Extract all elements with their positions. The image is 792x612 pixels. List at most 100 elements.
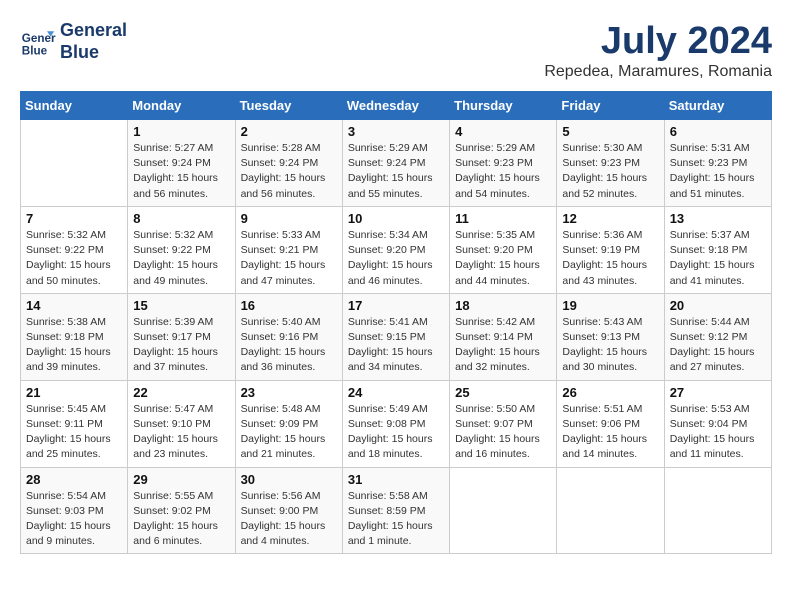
- calendar-cell: 3 Sunrise: 5:29 AMSunset: 9:24 PMDaylight…: [342, 120, 449, 207]
- logo-text-line2: Blue: [60, 42, 127, 64]
- calendar-cell: 19 Sunrise: 5:43 AMSunset: 9:13 PMDayligh…: [557, 293, 664, 380]
- day-number: 6: [670, 124, 766, 139]
- day-info: Sunrise: 5:37 AMSunset: 9:18 PMDaylight:…: [670, 228, 766, 289]
- calendar-cell: 30 Sunrise: 5:56 AMSunset: 9:00 PMDayligh…: [235, 467, 342, 554]
- calendar-cell: 29Sunrise: 5:55 AMSunset: 9:02 PMDayligh…: [128, 467, 235, 554]
- day-info: Sunrise: 5:28 AMSunset: 9:24 PMDaylight:…: [241, 141, 337, 202]
- day-info: Sunrise: 5:31 AMSunset: 9:23 PMDaylight:…: [670, 141, 766, 202]
- logo-icon: General Blue: [20, 24, 56, 60]
- calendar-cell: 31Sunrise: 5:58 AMSunset: 8:59 PMDayligh…: [342, 467, 449, 554]
- day-info: Sunrise: 5:55 AMSunset: 9:02 PMDaylight:…: [133, 489, 229, 550]
- calendar-table: SundayMondayTuesdayWednesdayThursdayFrid…: [20, 91, 772, 554]
- calendar-cell: 9 Sunrise: 5:33 AMSunset: 9:21 PMDaylight…: [235, 206, 342, 293]
- calendar-cell: 24 Sunrise: 5:49 AMSunset: 9:08 PMDayligh…: [342, 380, 449, 467]
- calendar-week-4: 21Sunrise: 5:45 AMSunset: 9:11 PMDayligh…: [21, 380, 772, 467]
- calendar-week-3: 14 Sunrise: 5:38 AMSunset: 9:18 PMDayligh…: [21, 293, 772, 380]
- day-number: 2: [241, 124, 337, 139]
- calendar-cell: 4 Sunrise: 5:29 AMSunset: 9:23 PMDaylight…: [450, 120, 557, 207]
- day-info: Sunrise: 5:51 AMSunset: 9:06 PMDaylight:…: [562, 402, 658, 463]
- calendar-cell: [664, 467, 771, 554]
- day-number: 16: [241, 298, 337, 313]
- location-subtitle: Repedea, Maramures, Romania: [544, 63, 772, 81]
- day-number: 9: [241, 211, 337, 226]
- day-info: Sunrise: 5:36 AMSunset: 9:19 PMDaylight:…: [562, 228, 658, 289]
- calendar-cell: 7Sunrise: 5:32 AMSunset: 9:22 PMDaylight…: [21, 206, 128, 293]
- col-header-wednesday: Wednesday: [342, 92, 449, 120]
- day-info: Sunrise: 5:39 AMSunset: 9:17 PMDaylight:…: [133, 315, 229, 376]
- day-info: Sunrise: 5:29 AMSunset: 9:23 PMDaylight:…: [455, 141, 551, 202]
- day-info: Sunrise: 5:35 AMSunset: 9:20 PMDaylight:…: [455, 228, 551, 289]
- page-header: General Blue General Blue July 2024 Repe…: [20, 20, 772, 81]
- day-number: 4: [455, 124, 551, 139]
- day-number: 28: [26, 472, 122, 487]
- day-info: Sunrise: 5:44 AMSunset: 9:12 PMDaylight:…: [670, 315, 766, 376]
- calendar-cell: 23 Sunrise: 5:48 AMSunset: 9:09 PMDayligh…: [235, 380, 342, 467]
- day-info: Sunrise: 5:47 AMSunset: 9:10 PMDaylight:…: [133, 402, 229, 463]
- day-number: 13: [670, 211, 766, 226]
- day-number: 27: [670, 385, 766, 400]
- calendar-cell: 8 Sunrise: 5:32 AMSunset: 9:22 PMDaylight…: [128, 206, 235, 293]
- calendar-cell: 6 Sunrise: 5:31 AMSunset: 9:23 PMDaylight…: [664, 120, 771, 207]
- day-info: Sunrise: 5:54 AMSunset: 9:03 PMDaylight:…: [26, 489, 122, 550]
- logo: General Blue General Blue: [20, 20, 127, 63]
- day-number: 1: [133, 124, 229, 139]
- day-info: Sunrise: 5:32 AMSunset: 9:22 PMDaylight:…: [133, 228, 229, 289]
- day-info: Sunrise: 5:30 AMSunset: 9:23 PMDaylight:…: [562, 141, 658, 202]
- svg-text:Blue: Blue: [22, 44, 48, 57]
- day-info: Sunrise: 5:40 AMSunset: 9:16 PMDaylight:…: [241, 315, 337, 376]
- day-info: Sunrise: 5:56 AMSunset: 9:00 PMDaylight:…: [241, 489, 337, 550]
- day-number: 25: [455, 385, 551, 400]
- day-info: Sunrise: 5:50 AMSunset: 9:07 PMDaylight:…: [455, 402, 551, 463]
- calendar-cell: 13 Sunrise: 5:37 AMSunset: 9:18 PMDayligh…: [664, 206, 771, 293]
- day-info: Sunrise: 5:49 AMSunset: 9:08 PMDaylight:…: [348, 402, 444, 463]
- title-section: July 2024 Repedea, Maramures, Romania: [544, 20, 772, 81]
- day-number: 26: [562, 385, 658, 400]
- day-info: Sunrise: 5:53 AMSunset: 9:04 PMDaylight:…: [670, 402, 766, 463]
- day-number: 23: [241, 385, 337, 400]
- day-number: 24: [348, 385, 444, 400]
- day-number: 14: [26, 298, 122, 313]
- calendar-cell: 15 Sunrise: 5:39 AMSunset: 9:17 PMDayligh…: [128, 293, 235, 380]
- day-info: Sunrise: 5:41 AMSunset: 9:15 PMDaylight:…: [348, 315, 444, 376]
- calendar-cell: 16 Sunrise: 5:40 AMSunset: 9:16 PMDayligh…: [235, 293, 342, 380]
- calendar-cell: 18Sunrise: 5:42 AMSunset: 9:14 PMDayligh…: [450, 293, 557, 380]
- day-info: Sunrise: 5:43 AMSunset: 9:13 PMDaylight:…: [562, 315, 658, 376]
- day-info: Sunrise: 5:42 AMSunset: 9:14 PMDaylight:…: [455, 315, 551, 376]
- day-number: 31: [348, 472, 444, 487]
- calendar-cell: 5 Sunrise: 5:30 AMSunset: 9:23 PMDaylight…: [557, 120, 664, 207]
- day-number: 5: [562, 124, 658, 139]
- calendar-cell: 25 Sunrise: 5:50 AMSunset: 9:07 PMDayligh…: [450, 380, 557, 467]
- day-number: 3: [348, 124, 444, 139]
- day-number: 11: [455, 211, 551, 226]
- day-info: Sunrise: 5:29 AMSunset: 9:24 PMDaylight:…: [348, 141, 444, 202]
- day-info: Sunrise: 5:34 AMSunset: 9:20 PMDaylight:…: [348, 228, 444, 289]
- calendar-cell: 26 Sunrise: 5:51 AMSunset: 9:06 PMDayligh…: [557, 380, 664, 467]
- calendar-week-5: 28 Sunrise: 5:54 AMSunset: 9:03 PMDayligh…: [21, 467, 772, 554]
- day-number: 30: [241, 472, 337, 487]
- col-header-monday: Monday: [128, 92, 235, 120]
- day-number: 12: [562, 211, 658, 226]
- calendar-cell: 10 Sunrise: 5:34 AMSunset: 9:20 PMDayligh…: [342, 206, 449, 293]
- day-info: Sunrise: 5:27 AMSunset: 9:24 PMDaylight:…: [133, 141, 229, 202]
- calendar-cell: [21, 120, 128, 207]
- calendar-cell: 22Sunrise: 5:47 AMSunset: 9:10 PMDayligh…: [128, 380, 235, 467]
- calendar-cell: 17 Sunrise: 5:41 AMSunset: 9:15 PMDayligh…: [342, 293, 449, 380]
- day-number: 19: [562, 298, 658, 313]
- col-header-tuesday: Tuesday: [235, 92, 342, 120]
- logo-text-line1: General: [60, 20, 127, 42]
- day-number: 15: [133, 298, 229, 313]
- day-info: Sunrise: 5:38 AMSunset: 9:18 PMDaylight:…: [26, 315, 122, 376]
- day-info: Sunrise: 5:48 AMSunset: 9:09 PMDaylight:…: [241, 402, 337, 463]
- day-info: Sunrise: 5:33 AMSunset: 9:21 PMDaylight:…: [241, 228, 337, 289]
- calendar-cell: 28 Sunrise: 5:54 AMSunset: 9:03 PMDayligh…: [21, 467, 128, 554]
- day-number: 21: [26, 385, 122, 400]
- day-number: 17: [348, 298, 444, 313]
- calendar-cell: [557, 467, 664, 554]
- col-header-friday: Friday: [557, 92, 664, 120]
- day-number: 8: [133, 211, 229, 226]
- day-number: 10: [348, 211, 444, 226]
- calendar-header-row: SundayMondayTuesdayWednesdayThursdayFrid…: [21, 92, 772, 120]
- calendar-cell: 21Sunrise: 5:45 AMSunset: 9:11 PMDayligh…: [21, 380, 128, 467]
- calendar-cell: 1 Sunrise: 5:27 AMSunset: 9:24 PMDaylight…: [128, 120, 235, 207]
- calendar-cell: 2 Sunrise: 5:28 AMSunset: 9:24 PMDaylight…: [235, 120, 342, 207]
